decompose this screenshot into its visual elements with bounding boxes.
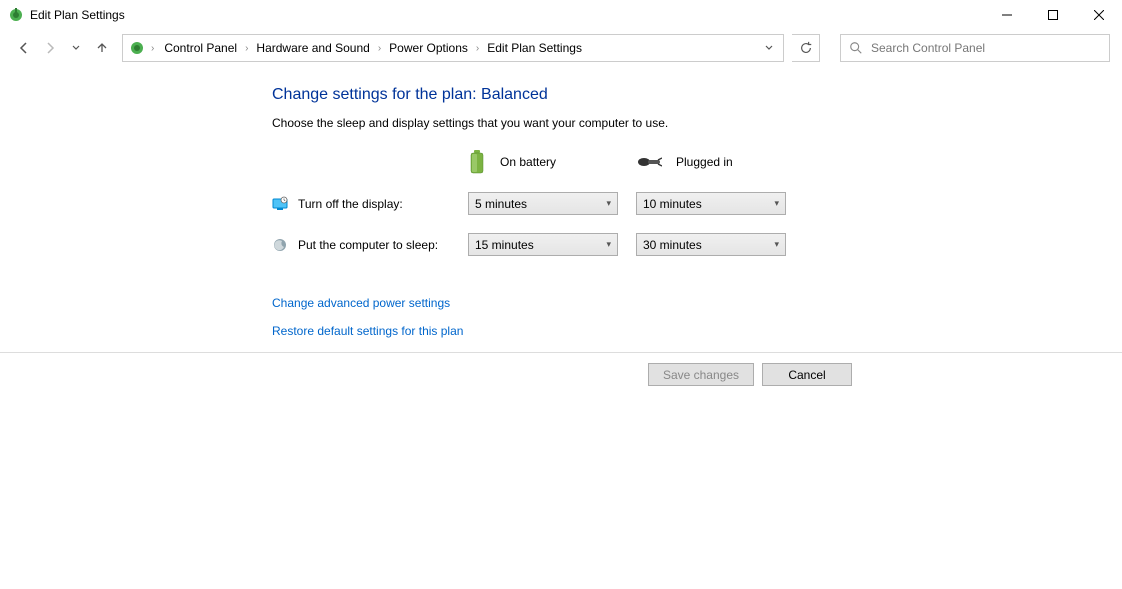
link-restore-defaults[interactable]: Restore default settings for this plan (272, 324, 1122, 338)
chevron-down-icon: ▾ (606, 239, 611, 250)
chevron-right-icon: › (376, 43, 383, 54)
content-area: Change settings for the plan: Balanced C… (0, 66, 1122, 338)
breadcrumb-item-power[interactable]: Power Options (383, 36, 474, 60)
column-label-plugged: Plugged in (676, 155, 733, 169)
column-header-plugged: Plugged in (636, 154, 788, 170)
dropdown-value: 30 minutes (643, 238, 702, 252)
dropdown-display-plugged[interactable]: 10 minutes ▾ (636, 192, 786, 215)
title-bar: Edit Plan Settings (0, 0, 1122, 30)
address-bar[interactable]: › Control Panel › Hardware and Sound › P… (122, 34, 784, 62)
maximize-button[interactable] (1030, 0, 1076, 30)
display-icon (272, 196, 288, 212)
chevron-down-icon: ▾ (774, 198, 779, 209)
battery-icon (468, 150, 486, 174)
page-subheading: Choose the sleep and display settings th… (272, 116, 1122, 130)
breadcrumb-item-hardware[interactable]: Hardware and Sound (250, 36, 375, 60)
dropdown-value: 10 minutes (643, 197, 702, 211)
search-box[interactable] (840, 34, 1110, 62)
chevron-right-icon: › (243, 43, 250, 54)
dropdown-sleep-battery[interactable]: 15 minutes ▾ (468, 233, 618, 256)
dropdown-sleep-plugged[interactable]: 30 minutes ▾ (636, 233, 786, 256)
breadcrumb-item-control-panel[interactable]: Control Panel (158, 36, 243, 60)
plug-icon (636, 154, 662, 170)
page-heading: Change settings for the plan: Balanced (272, 86, 1122, 104)
address-dropdown-button[interactable] (759, 43, 779, 53)
minimize-button[interactable] (984, 0, 1030, 30)
dropdown-display-battery[interactable]: 5 minutes ▾ (468, 192, 618, 215)
navigation-bar: › Control Panel › Hardware and Sound › P… (0, 30, 1122, 66)
back-button[interactable] (12, 36, 36, 60)
row-label-sleep: Put the computer to sleep: (272, 237, 452, 253)
chevron-down-icon: ▾ (774, 239, 779, 250)
breadcrumb-item-edit-plan[interactable]: Edit Plan Settings (481, 36, 588, 60)
link-advanced-settings[interactable]: Change advanced power settings (272, 296, 1122, 310)
save-button[interactable]: Save changes (648, 363, 754, 386)
row-label-display: Turn off the display: (272, 196, 452, 212)
column-label-battery: On battery (500, 155, 556, 169)
up-button[interactable] (90, 36, 114, 60)
footer-buttons: Save changes Cancel (0, 352, 1122, 396)
refresh-button[interactable] (792, 34, 820, 62)
row-label-sleep-text: Put the computer to sleep: (298, 238, 438, 252)
dropdown-value: 5 minutes (475, 197, 527, 211)
column-header-battery: On battery (468, 150, 620, 174)
chevron-right-icon: › (474, 43, 481, 54)
breadcrumb: Control Panel › Hardware and Sound › Pow… (158, 36, 757, 60)
cancel-button[interactable]: Cancel (762, 363, 852, 386)
close-button[interactable] (1076, 0, 1122, 30)
forward-button[interactable] (38, 36, 62, 60)
search-input[interactable] (871, 41, 1101, 55)
app-icon (8, 7, 24, 23)
chevron-right-icon: › (149, 43, 156, 54)
dropdown-value: 15 minutes (475, 238, 534, 252)
sleep-icon (272, 237, 288, 253)
window-title: Edit Plan Settings (30, 8, 125, 22)
location-icon (127, 40, 147, 56)
row-label-display-text: Turn off the display: (298, 197, 403, 211)
search-icon (849, 41, 863, 55)
chevron-down-icon: ▾ (606, 198, 611, 209)
recent-locations-button[interactable] (64, 36, 88, 60)
